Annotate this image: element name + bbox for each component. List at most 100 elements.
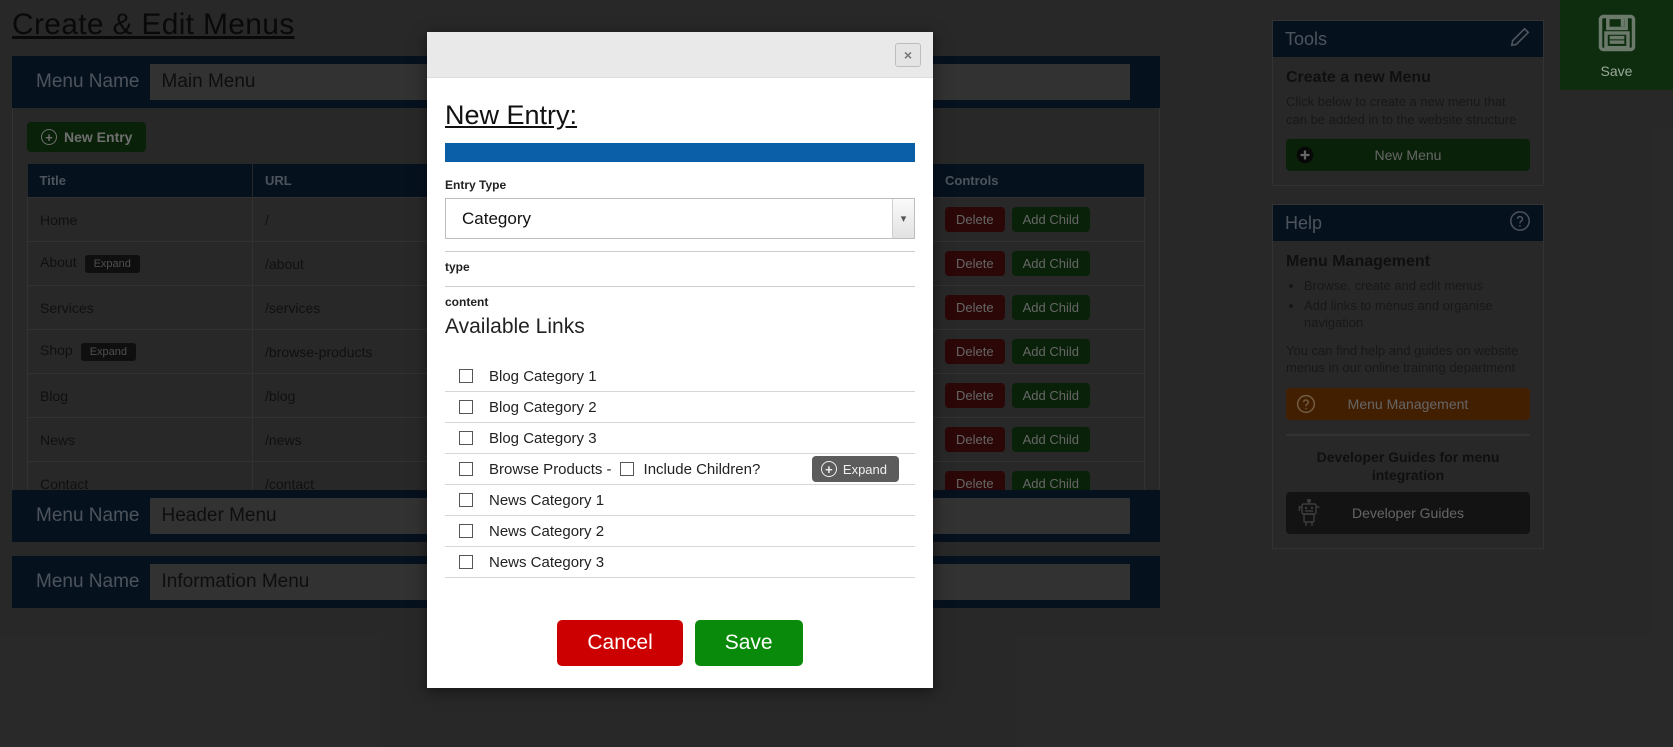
new-entry-button[interactable]: + New Entry [27,122,147,152]
field-divider-2 [445,286,915,287]
developer-guides-button[interactable]: Developer Guides [1286,492,1530,535]
checkbox[interactable] [459,431,473,445]
tools-panel-header: Tools [1273,21,1543,57]
menu-name-label: Menu Name [36,71,140,92]
add-child-button[interactable]: Add Child [1011,251,1090,276]
field-divider-1 [445,251,915,252]
link-label: Blog Category 1 [489,367,597,385]
list-item: Add links to menus and organise navigati… [1304,297,1530,332]
list-item: Browse, create and edit menus [1304,277,1530,295]
expand-button[interactable]: + Expand [811,456,899,482]
menu-management-label: Menu Management [1347,395,1469,412]
expand-button[interactable]: Expand [80,343,137,361]
top-save-button[interactable]: Save [1560,0,1673,90]
new-menu-label: New Menu [1374,147,1442,164]
chevron-down-icon: ▾ [892,199,914,238]
add-child-button[interactable]: Add Child [1011,207,1090,232]
cell-title: News [27,417,253,462]
expand-button[interactable]: Expand [84,255,140,273]
cell-title: Home [27,197,253,242]
delete-button[interactable]: Delete [945,295,1005,320]
delete-button[interactable]: Delete [945,251,1005,276]
link-label: Browse Products - [489,460,612,478]
entry-title: Blog [40,387,69,404]
link-row: Browse Products - Include Children? + Expan… [445,454,915,485]
checkbox[interactable] [459,369,473,383]
modal-footer: Cancel Save [427,590,933,688]
cell-title: Blog [27,373,253,418]
question-circle-icon [1509,210,1531,237]
checkbox[interactable] [459,524,473,538]
include-children-checkbox[interactable] [619,462,634,476]
help-bullet-list: Browse, create and edit menus Add links t… [1304,277,1530,332]
available-links-list: Blog Category 1 Blog Category 2 Blog Categ… [445,361,915,578]
cell-controls: Delete Add Child [932,417,1145,462]
cell-title: Shop Expand [27,329,253,374]
save-button[interactable]: Save [694,620,803,666]
checkbox[interactable] [459,462,473,476]
close-icon[interactable]: × [895,42,921,67]
modal-header: × [427,32,933,78]
floppy-disk-icon [1595,11,1639,60]
entry-type-select-wrapper[interactable]: Category ▾ [445,198,915,239]
link-label: News Category 2 [489,522,605,540]
modal-body: New Entry: Entry Type Category ▾ type co… [427,78,933,590]
include-children-label: Include Children? [643,460,761,478]
checkbox[interactable] [459,400,473,414]
add-child-button[interactable]: Add Child [1011,383,1090,408]
entry-title: Shop [40,342,73,358]
entry-type-select[interactable]: Category [445,198,915,239]
sidebar: Tools Create a new Menu Click below to c… [1272,20,1544,567]
entry-title: Home [40,211,78,228]
question-circle-icon [1296,394,1316,414]
new-entry-label: New Entry [64,129,133,145]
link-row: Blog Category 1 [445,361,915,392]
checkbox[interactable] [459,493,473,507]
tools-panel: Tools Create a new Menu Click below to c… [1272,20,1544,187]
link-label: News Category 3 [489,553,605,571]
developer-guides-label: Developer Guides [1351,505,1465,522]
add-child-button[interactable]: Add Child [1011,427,1090,452]
robot-icon [1296,499,1322,527]
link-label: News Category 1 [489,491,605,509]
link-label: Blog Category 2 [489,398,597,416]
entry-title: About [40,254,77,270]
add-child-button[interactable]: Add Child [1011,339,1090,364]
column-header-title: Title [27,164,253,198]
cancel-button[interactable]: Cancel [557,620,683,666]
menu-management-button[interactable]: Menu Management [1286,387,1530,420]
add-child-button[interactable]: Add Child [1011,295,1090,320]
delete-button[interactable]: Delete [945,207,1005,232]
cell-title: About Expand [27,241,253,286]
help-description: You can find help and guides on website … [1286,342,1519,376]
delete-button[interactable]: Delete [945,383,1005,408]
page-title: Create & Edit Menus [12,8,295,41]
delete-button[interactable]: Delete [945,339,1005,364]
sidebar-divider [1286,433,1530,436]
help-heading: Menu Management [1286,253,1431,271]
help-panel-title: Help [1285,212,1323,233]
tools-panel-body: Create a new Menu Click below to create … [1273,57,1543,185]
entry-title: News [40,431,76,448]
available-links-title: Available Links [445,315,585,338]
content-label: content [445,295,489,309]
cell-controls: Delete Add Child [932,197,1145,242]
modal-title: New Entry: [445,100,578,130]
top-save-label: Save [1600,63,1633,79]
column-header-controls: Controls [932,164,1145,198]
link-row: News Category 3 [445,547,915,578]
delete-button[interactable]: Delete [945,427,1005,452]
help-panel: Help Menu Management Browse, create and … [1272,204,1544,550]
cell-controls: Delete Add Child [932,285,1145,330]
link-row: Blog Category 2 [445,392,915,423]
plus-circle-icon: + [41,129,57,145]
modal-accent-bar [445,143,915,162]
checkbox[interactable] [459,555,473,569]
tools-panel-title: Tools [1285,28,1328,49]
new-menu-button[interactable]: New Menu [1286,139,1530,172]
tools-heading: Create a new Menu [1286,69,1431,86]
cell-title: Services [27,285,253,330]
expand-label: Expand [842,461,887,477]
developer-guides-heading: Developer Guides for menu integration [1316,448,1500,484]
type-label: type [445,260,470,274]
